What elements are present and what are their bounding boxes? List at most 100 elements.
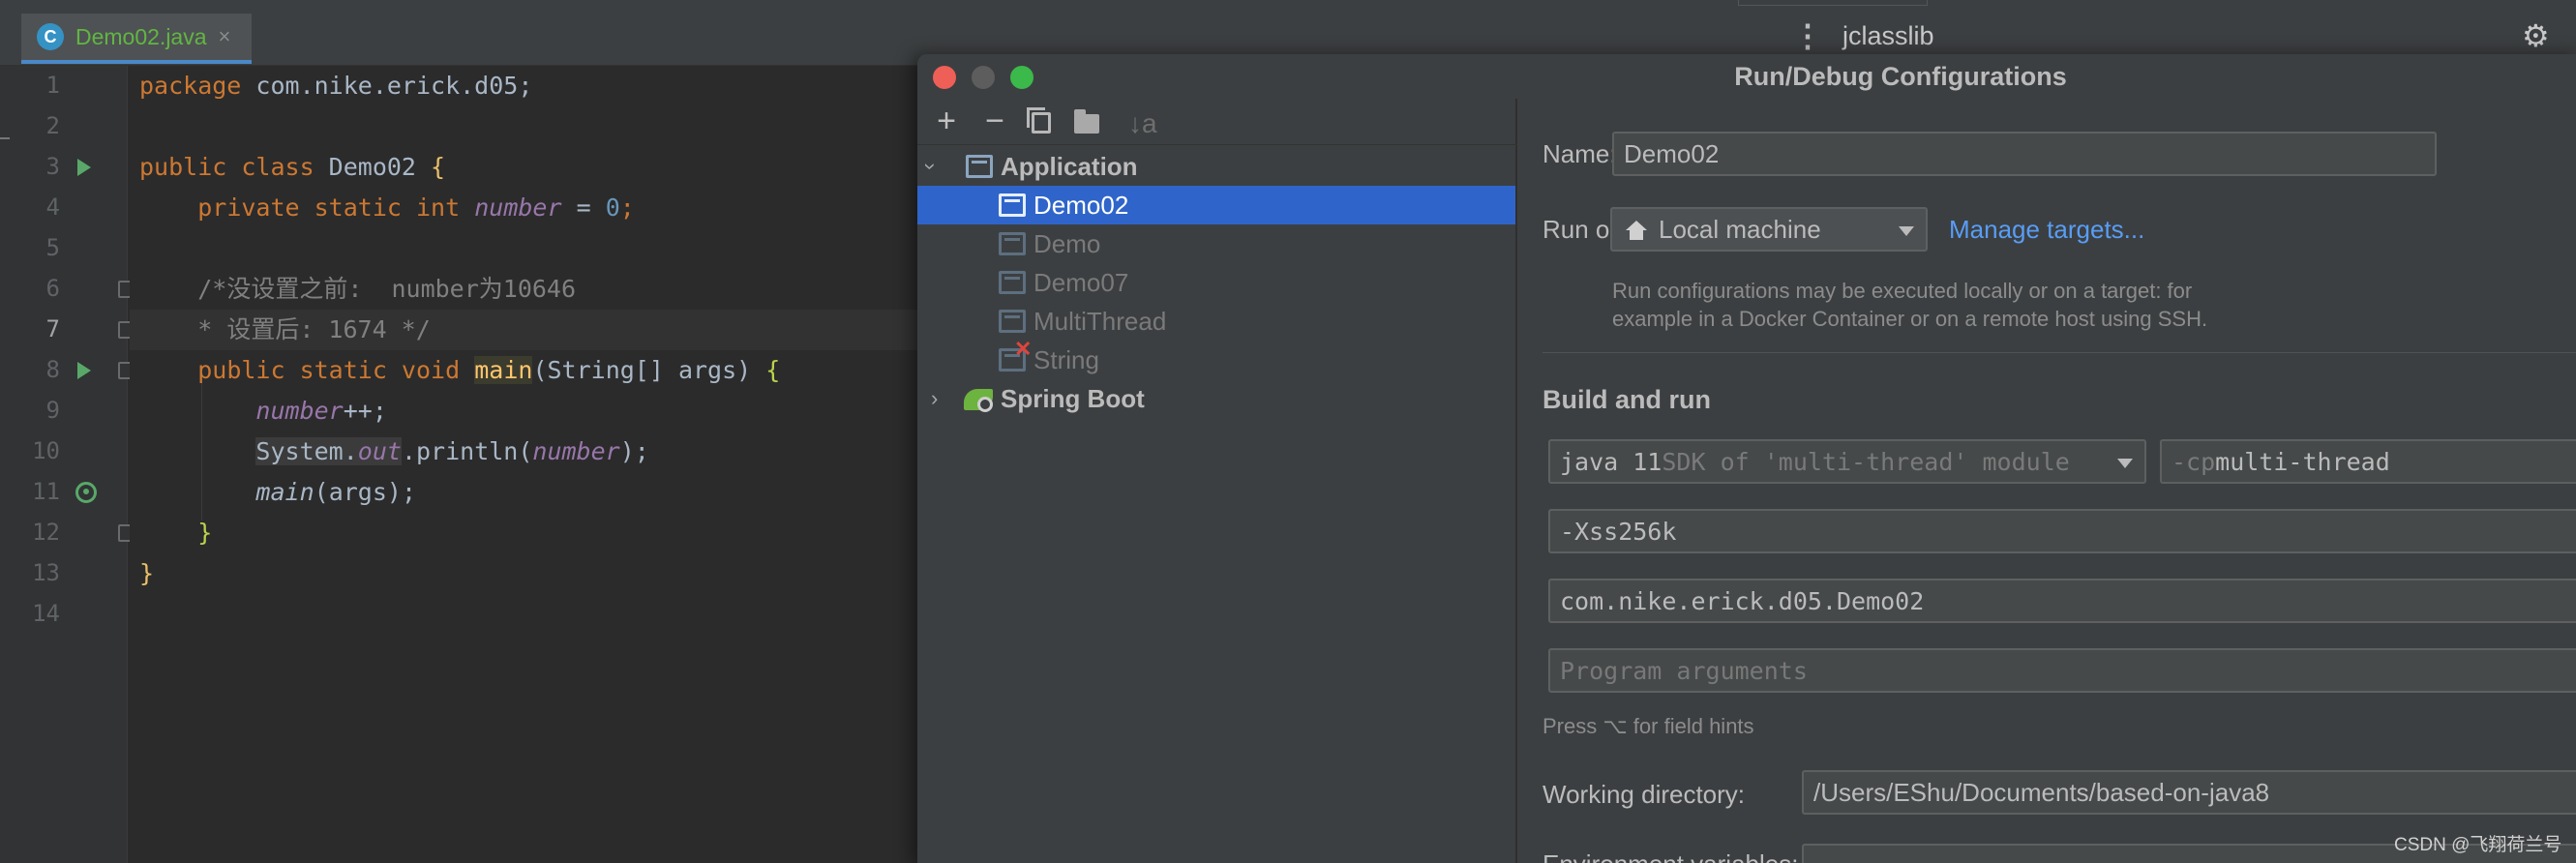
application-icon xyxy=(966,155,993,178)
code-line-12: } xyxy=(197,519,213,547)
jdk-description: SDK of 'multi-thread' module xyxy=(1662,447,2070,476)
error-icon: ✕ xyxy=(1014,337,1033,361)
section-separator xyxy=(1543,352,2576,353)
run-on-hint-line-2: example in a Docker Container or on a re… xyxy=(1612,307,2208,331)
tab-demo02-java[interactable]: C Demo02.java × xyxy=(21,14,252,64)
tree-item-demo02[interactable]: Demo02 xyxy=(917,186,1515,224)
code-line-1: package com.nike.erick.d05; xyxy=(139,72,533,100)
more-options-icon[interactable]: ⋮ xyxy=(1792,17,1823,54)
line-number: 1 xyxy=(45,72,60,99)
classpath-dropdown[interactable]: -cp multi-thread xyxy=(2160,439,2576,484)
new-folder-icon[interactable] xyxy=(1074,109,1099,134)
program-arguments-placeholder: Program arguments xyxy=(1560,656,1808,685)
application-icon xyxy=(999,271,1026,294)
line-number: 5 xyxy=(45,234,60,261)
name-field-value: Demo02 xyxy=(1624,138,1720,168)
tree-item-multithread[interactable]: MultiThread xyxy=(917,302,1515,341)
tree-group-label: Application xyxy=(1001,151,1138,181)
run-on-dropdown[interactable]: Local machine xyxy=(1610,207,1928,252)
tree-item-label: Demo07 xyxy=(1033,267,1129,297)
tab-label: Demo02.java xyxy=(75,23,207,49)
line-number: 6 xyxy=(45,275,60,302)
jclasslib-panel-title: jclasslib xyxy=(1842,21,1934,50)
tree-item-demo[interactable]: Demo xyxy=(917,224,1515,263)
line-number: 14 xyxy=(32,600,60,627)
run-on-value: Local machine xyxy=(1659,214,1821,244)
close-icon[interactable]: × xyxy=(219,24,231,49)
vm-options-field[interactable]: -Xss256k xyxy=(1548,509,2576,553)
toolbar-edge xyxy=(1738,0,1928,6)
remove-configuration-button[interactable]: − xyxy=(977,104,1012,139)
code-line-4: private static int number = 0; xyxy=(197,193,635,222)
name-field[interactable]: Demo02 xyxy=(1612,132,2437,176)
home-icon xyxy=(1626,221,1647,240)
line-number: 7 xyxy=(45,315,60,342)
line-number: 10 xyxy=(32,437,60,464)
dialog-title-bar: Run/Debug Configurations xyxy=(917,54,2576,99)
code-line-9: number++; xyxy=(255,397,387,425)
run-class-icon[interactable] xyxy=(77,159,91,176)
tree-item-label: Demo02 xyxy=(1033,190,1129,220)
gear-icon[interactable]: ⚙ xyxy=(2522,17,2550,54)
application-icon xyxy=(999,310,1026,333)
application-icon xyxy=(999,232,1026,255)
configuration-form: Name: Demo02 Run on: Local machine Manag… xyxy=(1519,99,2576,863)
application-icon xyxy=(999,193,1026,217)
code-line-11: main(args); xyxy=(255,478,416,506)
manage-targets-link[interactable]: Manage targets... xyxy=(1949,215,2144,245)
configuration-toolbar: + − ↓a xyxy=(917,99,1517,145)
environment-variables-label: Environment variables: xyxy=(1543,849,1798,863)
run-on-hint-line-1: Run configurations may be executed local… xyxy=(1612,279,2193,303)
tree-item-label: Demo xyxy=(1033,228,1101,258)
vm-options-value: -Xss256k xyxy=(1560,517,1677,546)
name-label: Name: xyxy=(1543,139,1617,168)
chevron-right-icon[interactable]: › xyxy=(931,386,938,411)
copy-configuration-icon[interactable] xyxy=(1027,107,1051,134)
chevron-down-icon xyxy=(2117,459,2133,468)
tree-group-spring-boot[interactable]: › Spring Boot xyxy=(917,379,1515,418)
code-line-13: } xyxy=(139,559,155,587)
watermark: CSDN @飞翔荷兰号 xyxy=(2394,835,2562,855)
run-debug-configurations-dialog: Run/Debug Configurations + − ↓a › Applic… xyxy=(917,54,2576,863)
configuration-tree-panel: + − ↓a › Application Demo02 Demo Demo07 … xyxy=(917,99,1517,863)
code-line-8: public static void main(String[] args) { xyxy=(197,356,781,384)
line-number: 11 xyxy=(32,478,60,505)
java-class-icon: C xyxy=(37,23,64,50)
tree-group-label: Spring Boot xyxy=(1001,383,1145,413)
line-number: 13 xyxy=(32,559,60,586)
code-line-3: public class Demo02 { xyxy=(139,153,446,181)
recursive-call-icon xyxy=(75,482,97,503)
tree-item-demo07[interactable]: Demo07 xyxy=(917,263,1515,302)
main-class-value: com.nike.erick.d05.Demo02 xyxy=(1560,586,1925,615)
working-directory-value: /Users/EShu/Documents/based-on-java8 xyxy=(1813,777,2270,807)
program-arguments-field[interactable]: Program arguments xyxy=(1548,648,2576,693)
code-line-7: * 设置后: 1674 */ xyxy=(130,310,919,350)
field-hints-text: Press ⌥ for field hints xyxy=(1543,714,1754,738)
sort-configurations-icon[interactable]: ↓a xyxy=(1128,108,1157,139)
chevron-down-icon xyxy=(1899,226,1914,236)
line-number: 2 xyxy=(45,112,60,139)
add-configuration-button[interactable]: + xyxy=(929,104,964,139)
working-directory-label: Working directory: xyxy=(1543,780,1746,809)
tree-item-string[interactable]: ✕ String xyxy=(917,337,1515,379)
classpath-flag: -cp xyxy=(2172,447,2216,476)
line-number: 12 xyxy=(32,519,60,546)
main-class-field[interactable]: com.nike.erick.d05.Demo02 xyxy=(1548,579,2576,623)
code-line-6: /*没设置之前: number为10646 xyxy=(197,275,577,303)
build-and-run-heading: Build and run xyxy=(1543,385,1711,414)
code-line-10: System.out.println(number); xyxy=(255,437,649,465)
line-number: 9 xyxy=(45,397,60,424)
run-main-icon[interactable] xyxy=(77,362,91,379)
classpath-module: multi-thread xyxy=(2215,447,2390,476)
chevron-down-icon[interactable]: › xyxy=(918,163,944,169)
line-number: 4 xyxy=(45,193,60,221)
tree-group-application[interactable]: › Application xyxy=(917,147,1515,186)
jdk-version: java 11 xyxy=(1560,447,1662,476)
line-number: 3 xyxy=(45,153,60,180)
code-editor[interactable]: package com.nike.erick.d05; public class… xyxy=(130,66,919,863)
tree-item-label: MultiThread xyxy=(1033,306,1167,336)
jdk-dropdown[interactable]: java 11 SDK of 'multi-thread' module xyxy=(1548,439,2146,484)
working-directory-field[interactable]: /Users/EShu/Documents/based-on-java8 xyxy=(1802,770,2576,815)
editor-gutter: 1 2 3 4 5 6 7 8 9 10 11 12 13 14 xyxy=(0,66,134,863)
dialog-title: Run/Debug Configurations xyxy=(1734,62,2067,91)
